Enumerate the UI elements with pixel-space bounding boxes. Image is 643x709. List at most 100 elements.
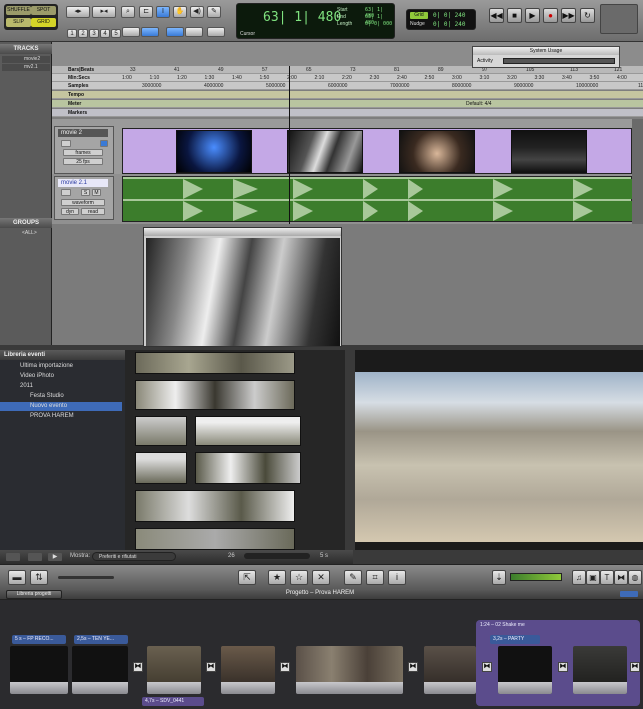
tracks-header[interactable]: TRACKS — [0, 44, 52, 54]
video-window-titlebar[interactable] — [144, 228, 341, 236]
grabber-tool-icon[interactable]: ✋ — [173, 6, 187, 18]
project-clip[interactable] — [72, 646, 128, 694]
transition-icon[interactable]: ⧓ — [558, 662, 568, 672]
reject-icon[interactable]: ✕ — [312, 570, 330, 585]
add-to-project-icon[interactable]: ⇱ — [238, 570, 256, 585]
project-clip[interactable] — [424, 646, 476, 694]
transition-icon[interactable]: ⧓ — [280, 662, 290, 672]
track-list-item[interactable]: movie2 — [2, 56, 50, 63]
event-browser-scrollbar[interactable] — [345, 350, 353, 550]
library-item-selected[interactable]: Nuovo evento — [0, 402, 122, 411]
link-timeline-icon[interactable] — [122, 27, 140, 37]
video-track-name[interactable]: movie 2 — [58, 129, 108, 137]
project-clip[interactable] — [573, 646, 627, 694]
project-clip[interactable] — [221, 646, 275, 694]
scrubber-tool-icon[interactable]: ◀) — [190, 6, 204, 18]
mute-button[interactable]: M — [92, 189, 101, 196]
video-online-button[interactable] — [61, 140, 71, 147]
system-usage-title[interactable]: System Usage — [473, 47, 619, 55]
edit-vertical-scrollbar[interactable] — [632, 119, 643, 224]
markers-ruler[interactable] — [52, 109, 643, 117]
event-clip-thumbnail[interactable] — [135, 452, 187, 484]
title-chip[interactable]: 4,7s – SDV_0441 — [142, 697, 204, 706]
audio-track-name[interactable]: movie 2.1 — [58, 179, 108, 187]
stop-icon[interactable]: ■ — [507, 8, 522, 23]
project-clip[interactable] — [498, 646, 552, 694]
transition-icon[interactable]: ⧓ — [133, 662, 143, 672]
solo-button[interactable]: S — [81, 189, 90, 196]
library-item[interactable]: PROVA HAREM — [0, 412, 122, 421]
grid-value[interactable]: 0| 0| 240 — [433, 12, 466, 19]
video-clip[interactable] — [122, 128, 632, 174]
zoom-out-icon[interactable]: ◂▸ — [66, 6, 90, 18]
video-window[interactable] — [143, 227, 342, 347]
zoom-preset-2[interactable]: 2 — [78, 29, 88, 38]
event-clip-thumbnail[interactable] — [135, 416, 187, 446]
project-clip[interactable] — [147, 646, 201, 694]
event-clip-thumbnail[interactable] — [135, 528, 295, 550]
event-clip-thumbnail[interactable] — [195, 452, 301, 484]
transition-icon[interactable]: ⧓ — [408, 662, 418, 672]
zoomer-tool-icon[interactable]: ⌕ — [121, 6, 135, 18]
title-chip[interactable]: 5 s – FP RECO... — [12, 635, 66, 644]
zoom-preset-1[interactable]: 1 — [67, 29, 77, 38]
fast-forward-icon[interactable]: ▶▶ — [561, 8, 576, 23]
play-event-icon[interactable]: ▶ — [48, 553, 62, 561]
record-enable-button[interactable] — [61, 189, 71, 196]
zoom-preset-3[interactable]: 3 — [89, 29, 99, 38]
library-item[interactable]: Ultima importazione — [0, 362, 122, 371]
insertion-follows-icon[interactable] — [207, 27, 225, 37]
dyn-button[interactable]: dyn — [61, 208, 79, 215]
project-clip[interactable] — [296, 646, 403, 694]
map-icon[interactable]: ◍ — [628, 570, 642, 585]
music-icon[interactable]: ♫ — [572, 570, 586, 585]
event-clip-thumbnail[interactable] — [135, 380, 295, 410]
swap-icon[interactable]: ⇅ — [30, 570, 48, 585]
tempo-ruler[interactable] — [52, 91, 643, 99]
record-icon[interactable]: ● — [543, 8, 558, 23]
zoom-in-icon[interactable]: ▸◂ — [92, 6, 116, 18]
grid-mode-button[interactable]: GRID — [31, 18, 56, 27]
samples-ruler[interactable] — [52, 82, 643, 90]
grid-label[interactable]: Grid — [410, 12, 428, 19]
shuffle-mode-button[interactable]: SHUFFLE — [6, 6, 31, 15]
project-view-toggle[interactable] — [620, 591, 638, 597]
keyword-icon[interactable]: ✎ — [344, 570, 362, 585]
video-view-selector[interactable]: frames — [63, 149, 103, 156]
event-clip-thumbnail[interactable] — [135, 352, 295, 374]
photo-icon[interactable]: ▣ — [586, 570, 600, 585]
slip-mode-button[interactable]: SLIP — [6, 18, 31, 27]
video-fps-selector[interactable]: 25 fps — [63, 158, 103, 165]
trim-tool-icon[interactable]: ⊏ — [139, 6, 153, 18]
length-value[interactable]: 0| 0| 000 — [365, 21, 392, 27]
info-icon[interactable]: i — [388, 570, 406, 585]
nudge-value[interactable]: 0| 0| 240 — [433, 21, 466, 28]
project-clip[interactable] — [10, 646, 68, 694]
link-edit-icon[interactable] — [141, 27, 159, 37]
project-library-button[interactable]: Libreria progetti — [6, 590, 62, 599]
groups-header[interactable]: GROUPS — [0, 218, 52, 228]
transition-icon[interactable]: ⧓ — [630, 662, 640, 672]
loop-icon[interactable]: ↻ — [580, 8, 595, 23]
automation-mode-selector[interactable]: read — [81, 208, 105, 215]
group-list-item[interactable]: <ALL> — [2, 230, 50, 237]
title-icon[interactable]: T — [600, 570, 614, 585]
transition-icon[interactable]: ⧓ — [482, 662, 492, 672]
pencil-tool-icon[interactable]: ✎ — [207, 6, 221, 18]
transition-icon[interactable]: ⧓ — [206, 662, 216, 672]
spot-mode-button[interactable]: SPOT — [31, 6, 56, 15]
camera-icon[interactable] — [28, 553, 42, 561]
show-library-icon[interactable] — [6, 553, 20, 561]
favorite-icon[interactable]: ★ — [268, 570, 286, 585]
event-clip-thumbnail[interactable] — [135, 490, 295, 522]
show-filter-select[interactable]: Preferiti e rifiutati — [92, 552, 176, 561]
audio-view-selector[interactable]: waveform — [61, 199, 105, 206]
library-item[interactable]: Video iPhoto — [0, 372, 122, 381]
title-chip[interactable]: 3,2s – PARTY — [490, 635, 540, 644]
library-item-year[interactable]: 2011 — [0, 382, 122, 391]
library-item[interactable]: Festa Studio — [0, 392, 122, 401]
crop-icon[interactable]: ⌗ — [366, 570, 384, 585]
video-track-toggle-icon[interactable] — [100, 140, 108, 147]
meter-ruler[interactable] — [52, 100, 643, 108]
title-chip[interactable]: 2,5s – TEN YE... — [74, 635, 128, 644]
